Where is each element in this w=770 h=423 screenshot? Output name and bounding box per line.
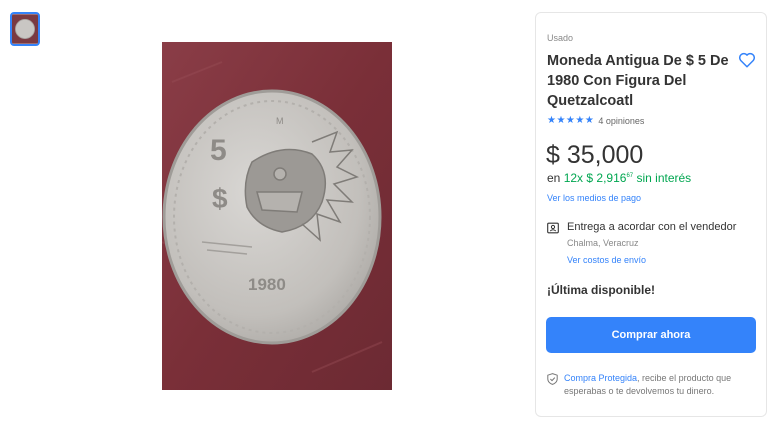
id-card-icon bbox=[547, 222, 559, 234]
shipping-costs-link[interactable]: Ver costos de envío bbox=[567, 255, 646, 265]
price: $ 35,000 bbox=[546, 141, 644, 169]
coin-currency: $ bbox=[212, 183, 228, 214]
condition-label: Usado bbox=[547, 33, 574, 43]
coin-year: 1980 bbox=[248, 275, 286, 294]
product-image[interactable]: 5 $ M 1980 bbox=[162, 42, 392, 390]
thumbnail-image[interactable] bbox=[10, 12, 40, 46]
protected-purchase-link[interactable]: Compra Protegida bbox=[564, 373, 637, 383]
coin-thumbnail-icon bbox=[12, 14, 38, 44]
reviews-count: 4 opiniones bbox=[598, 115, 645, 126]
shipping-title: Entrega a acordar con el vendedor bbox=[567, 221, 737, 233]
coin-mint: M bbox=[276, 116, 284, 126]
heart-icon[interactable] bbox=[738, 51, 756, 69]
stock-label: ¡Última disponible! bbox=[547, 283, 655, 297]
rating[interactable]: ★★★★★ 4 opiniones bbox=[547, 115, 644, 126]
rating-stars: ★★★★★ bbox=[547, 115, 595, 126]
installments-cents: 67 bbox=[626, 173, 634, 179]
installments: en 12x $ 2,91667 sin interés bbox=[547, 171, 691, 185]
product-title: Moneda Antigua De $ 5 De 1980 Con Figura… bbox=[547, 53, 729, 109]
payment-methods-link[interactable]: Ver los medios de pago bbox=[547, 193, 641, 203]
installments-amount: $ 2,916 bbox=[586, 171, 627, 185]
installments-suffix: sin interés bbox=[636, 171, 692, 185]
protection-note: Compra Protegida, recibe el producto que… bbox=[564, 372, 760, 398]
shipping-location: Chalma, Veracruz bbox=[567, 238, 639, 248]
shield-check-icon bbox=[547, 373, 558, 385]
coin-denomination: 5 bbox=[210, 134, 227, 167]
coin-photo: 5 $ M 1980 bbox=[162, 42, 392, 390]
installments-prefix: en bbox=[547, 171, 561, 185]
installments-count: 12x bbox=[563, 171, 584, 185]
purchase-panel: Usado Moneda Antigua De $ 5 De 1980 Con … bbox=[535, 12, 767, 417]
buy-now-button[interactable]: Comprar ahora bbox=[546, 317, 756, 353]
